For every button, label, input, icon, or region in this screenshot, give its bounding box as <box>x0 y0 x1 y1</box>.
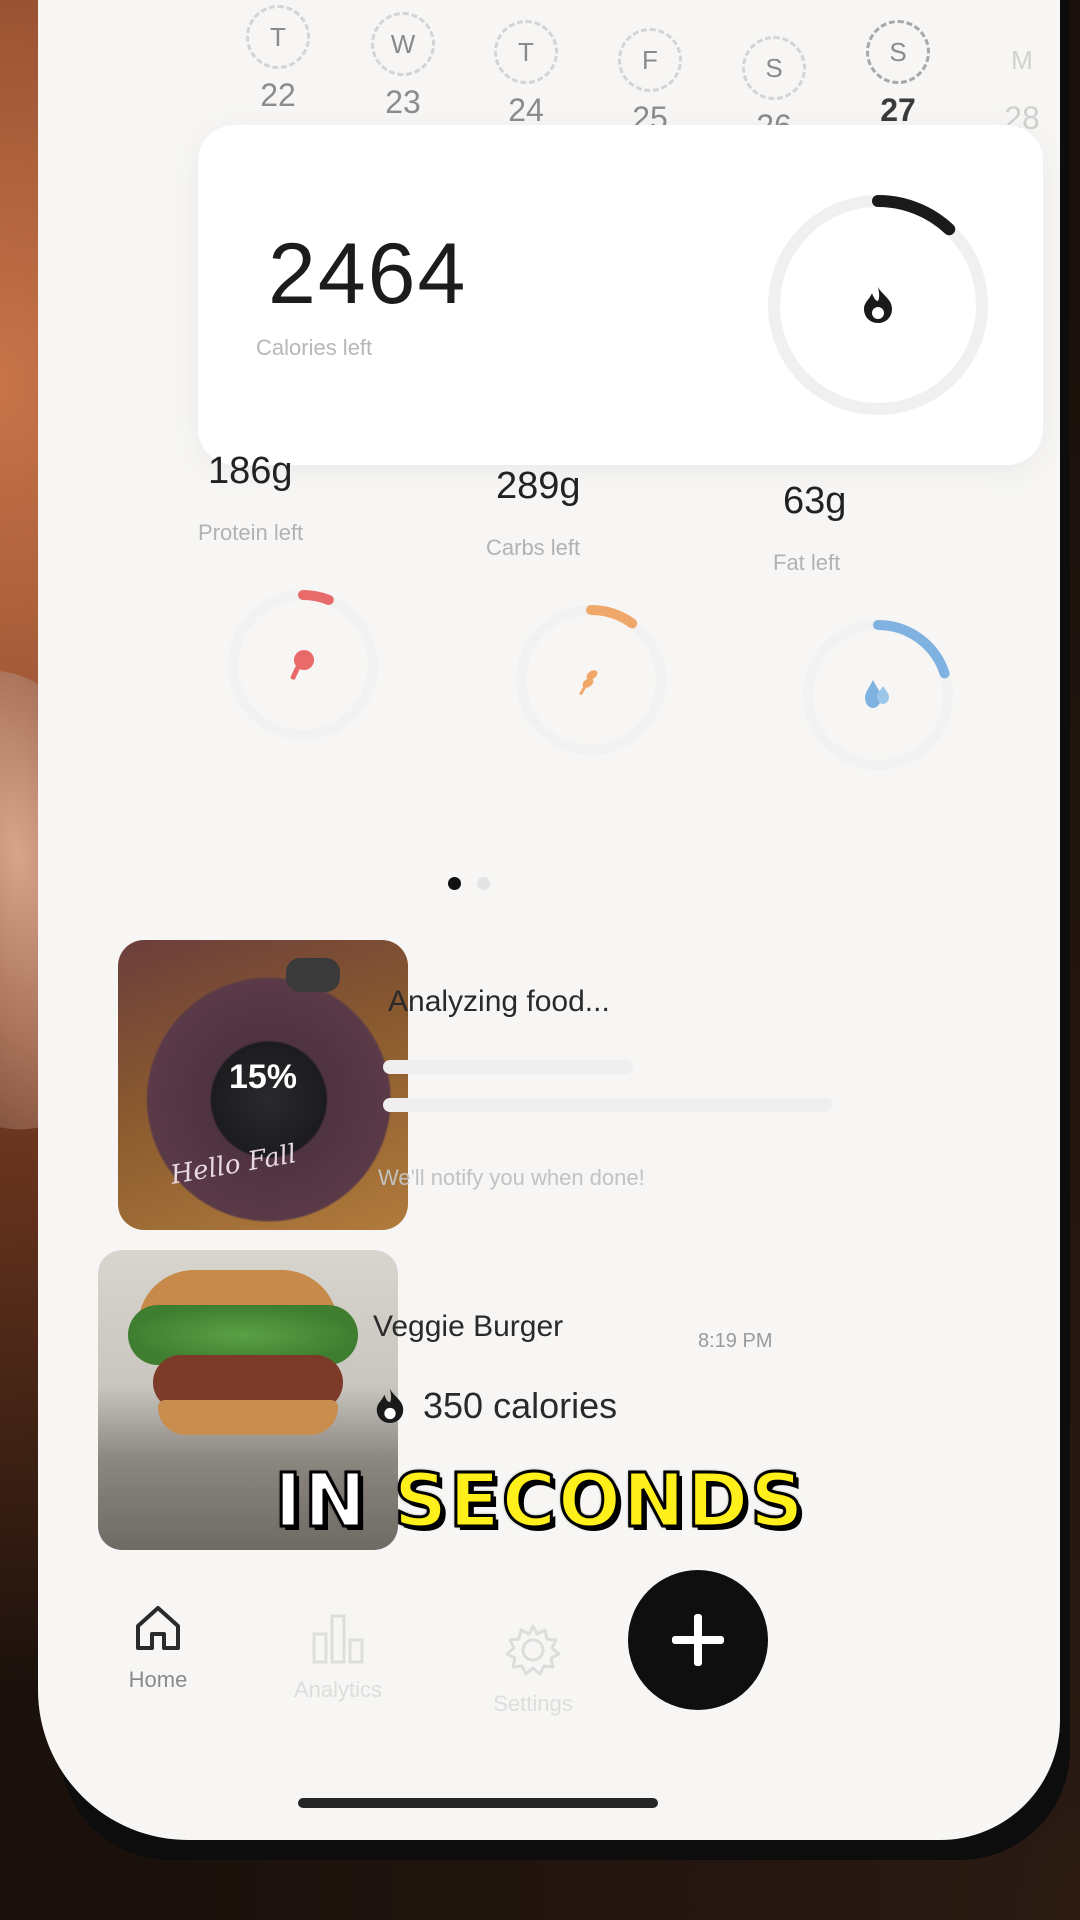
caption-word-1: IN <box>273 1457 368 1546</box>
food-entry-time: 8:19 PM <box>698 1330 773 1352</box>
protein-value: 186g <box>208 450 293 492</box>
burger-bun-bottom <box>158 1400 338 1435</box>
day-number: 27 <box>880 92 916 128</box>
calories-left-value: 2464 <box>268 226 468 322</box>
protein-label: Protein left <box>198 520 304 545</box>
day-letter: S <box>742 36 806 100</box>
nav-settings-label: Settings <box>493 1691 573 1716</box>
calories-left-label: Calories left <box>256 335 373 360</box>
day-number: 22 <box>260 77 296 113</box>
day-23[interactable]: W 23 <box>353 12 453 121</box>
day-28[interactable]: M 28 <box>972 28 1060 137</box>
home-indicator[interactable] <box>298 1798 658 1808</box>
nav-analytics-label: Analytics <box>293 1677 383 1702</box>
drumstick-icon <box>290 650 314 680</box>
carbs-label: Carbs left <box>486 535 581 560</box>
nav-home-label: Home <box>128 1667 188 1692</box>
analyzing-note: We'll notify you when done! <box>378 1165 645 1190</box>
flame-icon <box>864 287 892 323</box>
calories-ring <box>768 195 988 415</box>
home-icon <box>136 1606 180 1650</box>
food-entry-calories: 350 calories <box>373 1385 617 1427</box>
day-22[interactable]: T 22 <box>228 5 328 114</box>
add-food-button[interactable] <box>628 1570 768 1710</box>
day-25[interactable]: F 25 <box>600 28 700 137</box>
macro-fat[interactable]: 63g Fat left <box>773 480 1013 810</box>
macro-carbs[interactable]: 289g Carbs left <box>486 465 726 795</box>
analysis-progress-percent: 15% <box>228 1058 298 1096</box>
food-entry-title[interactable]: Veggie Burger <box>373 1310 563 1344</box>
day-letter: T <box>494 20 558 84</box>
day-27-selected[interactable]: S 27 <box>848 20 948 129</box>
day-number: 24 <box>508 92 544 128</box>
macro-protein[interactable]: 186g Protein left <box>198 450 438 780</box>
day-24[interactable]: T 24 <box>476 20 576 129</box>
nav-home[interactable]: Home <box>93 1600 223 1693</box>
day-letter: M <box>1011 44 1033 75</box>
protein-ring <box>228 590 378 740</box>
food-entry-calories-text: 350 calories <box>423 1385 618 1426</box>
nav-settings[interactable]: Settings <box>448 1620 618 1717</box>
plate-lettering: Hello Fall <box>168 1139 299 1191</box>
carousel-pager <box>448 877 506 895</box>
day-letter: F <box>618 28 682 92</box>
fat-value: 63g <box>783 480 847 522</box>
analyzing-title: Analyzing food... <box>388 985 610 1018</box>
fat-label: Fat left <box>773 550 841 575</box>
fat-ring <box>803 620 953 770</box>
day-letter: T <box>246 5 310 69</box>
carbs-ring <box>516 605 666 755</box>
wheat-icon <box>579 670 598 696</box>
caption-word-2: SECONDS <box>392 1457 806 1546</box>
week-strip: T 22 W 23 T 24 F 25 S 26 S 27 M 28 <box>228 0 1060 144</box>
analyzing-food-thumbnail[interactable]: 15% Hello Fall <box>118 940 408 1230</box>
day-letter: W <box>371 12 435 76</box>
bar-chart-icon <box>312 1614 364 1664</box>
nav-analytics[interactable]: Analytics <box>253 1610 423 1703</box>
app-screen: T 22 W 23 T 24 F 25 S 26 S 27 M 28 2464 <box>38 0 1060 1840</box>
day-letter: S <box>866 20 930 84</box>
loading-skeleton-line <box>383 1060 633 1074</box>
plus-icon <box>672 1614 724 1666</box>
pager-dot-active[interactable] <box>448 877 461 890</box>
drop-icon <box>865 680 889 708</box>
day-number: 23 <box>385 84 421 120</box>
carbs-value: 289g <box>496 465 581 507</box>
flame-icon <box>376 1389 404 1423</box>
pan-knob <box>286 958 340 992</box>
gear-icon <box>505 1624 561 1676</box>
pager-dot[interactable] <box>477 877 490 890</box>
video-caption: IN SECONDS <box>0 1457 1080 1546</box>
calories-card[interactable]: 2464 Calories left <box>198 125 1043 465</box>
loading-skeleton-line <box>383 1098 833 1112</box>
